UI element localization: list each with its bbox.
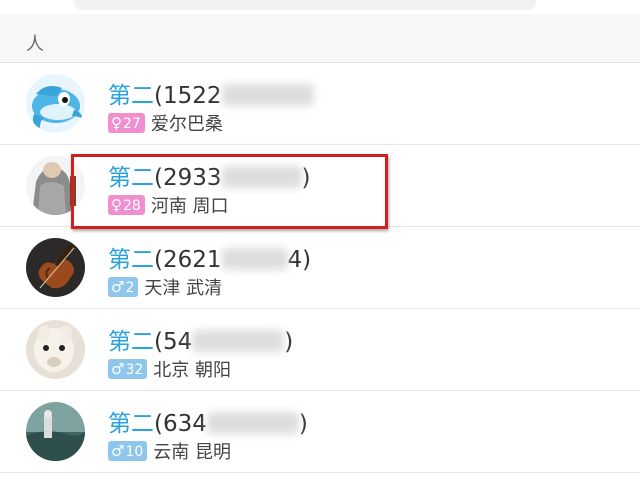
redacted-id bbox=[221, 84, 314, 106]
contact-meta: ♂10 云南 昆明 bbox=[108, 438, 231, 463]
redacted-id bbox=[221, 248, 288, 270]
search-bar[interactable] bbox=[74, 0, 536, 10]
gender-age-badge: ♀27 bbox=[108, 113, 145, 133]
avatar-alpaca[interactable] bbox=[26, 320, 85, 379]
gender-age-badge: ♂32 bbox=[108, 359, 148, 379]
male-icon: ♂ bbox=[111, 442, 125, 460]
contact-list: 第二(1522 ♀27 爱尔巴桑 第二(2933) ♀28 河南 周口 第二(2… bbox=[0, 63, 640, 473]
contact-location: 北京 朝阳 bbox=[153, 360, 232, 381]
male-icon: ♂ bbox=[111, 360, 125, 378]
redacted-id bbox=[192, 330, 285, 352]
contact-meta: ♂32 北京 朝阳 bbox=[108, 356, 231, 381]
avatar-landscape[interactable] bbox=[26, 402, 85, 461]
female-icon: ♀ bbox=[111, 114, 122, 132]
contact-location: 爱尔巴桑 bbox=[150, 114, 223, 135]
section-title: 人 bbox=[26, 34, 44, 55]
section-header: 人 bbox=[0, 14, 640, 63]
redacted-id bbox=[206, 412, 299, 434]
contact-name[interactable]: 第二(634) bbox=[108, 404, 308, 437]
contact-location: 云南 昆明 bbox=[153, 442, 232, 463]
contact-row[interactable]: 第二(2621 4) ♂2 天津 武清 bbox=[0, 227, 640, 309]
avatar-dolphin[interactable] bbox=[26, 74, 85, 133]
contact-name[interactable]: 第二(1522 bbox=[108, 76, 314, 109]
contact-row[interactable]: 第二(634) ♂10 云南 昆明 bbox=[0, 391, 640, 473]
contact-name[interactable]: 第二(54) bbox=[108, 322, 293, 355]
contact-row[interactable]: 第二(1522 ♀27 爱尔巴桑 bbox=[0, 63, 640, 145]
contact-location: 天津 武清 bbox=[144, 278, 223, 299]
gender-age-badge: ♂2 bbox=[108, 277, 139, 297]
contact-row[interactable]: 第二(54) ♂32 北京 朝阳 bbox=[0, 309, 640, 391]
male-icon: ♂ bbox=[111, 278, 125, 296]
contact-meta: ♂2 天津 武清 bbox=[108, 274, 222, 299]
contact-name[interactable]: 第二(2621 4) bbox=[108, 240, 311, 273]
avatar-violin[interactable] bbox=[26, 238, 85, 297]
highlight-box bbox=[71, 154, 388, 229]
contact-meta: ♀27 爱尔巴桑 bbox=[108, 110, 223, 135]
gender-age-badge: ♂10 bbox=[108, 441, 148, 461]
